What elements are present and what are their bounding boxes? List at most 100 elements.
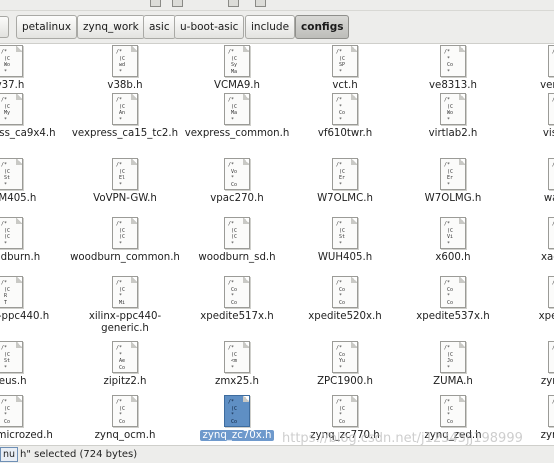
file-name: vct.h [332, 80, 358, 91]
file-name: zynq_zc770.h [310, 430, 380, 441]
text-file-icon: /* (C * Co [440, 395, 466, 427]
text-file-icon: /* (C Sy Ma [224, 45, 250, 77]
file-name: xilinx-ppc440-generic.h [88, 311, 162, 334]
text-file-icon: /* (C St * [332, 217, 358, 249]
text-file-icon: /* (C * Co [548, 395, 554, 427]
file-name: zeus.h [0, 376, 27, 387]
text-file-icon: /* (C * Co [0, 395, 23, 427]
text-file-icon: /* (C Er * [332, 158, 358, 190]
text-file-icon: /* (C Er * [440, 158, 466, 190]
file-name: xilinx-ppc440.h [0, 311, 50, 322]
text-file-icon: /* (C My * [0, 93, 23, 125]
status-text: h" selected (724 bytes) [20, 449, 138, 460]
file-name: vexpress_common.h [184, 128, 290, 139]
text-file-icon: /* (C * Co [548, 341, 554, 373]
file-name: xpedite520x.h [308, 311, 382, 322]
window-toolbar [0, 0, 554, 11]
text-file-icon: /* * Co * [440, 45, 466, 77]
file-name: ve8313.h [429, 80, 477, 91]
text-file-icon: /* Co * Co [548, 276, 554, 308]
file-name: xpedite517x.h [200, 311, 274, 322]
text-file-icon: /* (C Jo * [440, 341, 466, 373]
toolbar-icon[interactable] [150, 0, 161, 7]
file-name: zipitz2.h [103, 376, 147, 387]
text-file-icon: /* (C <m * [224, 341, 250, 373]
file-name: zynq_ocm.h [94, 430, 156, 441]
file-name: woodburn_common.h [70, 252, 180, 263]
breadcrumb-configs[interactable]: configs [295, 15, 350, 39]
text-file-icon: /* * Ae Co [112, 341, 138, 373]
toolbar-icon[interactable] [255, 0, 266, 7]
text-file-icon: /* (C El * [112, 158, 138, 190]
file-name: xpedite537x.h [416, 311, 490, 322]
file-name: ZUMA.h [433, 376, 473, 387]
text-file-icon: /* (C * Co [548, 217, 554, 249]
file-name: vexpress_ca15_tc2.h [71, 128, 179, 139]
breadcrumb-asic[interactable]: asic [143, 15, 176, 39]
text-file-icon: /* (C Vi * [440, 217, 466, 249]
breadcrumb-petalinux[interactable]: petalinux [16, 15, 78, 39]
text-file-icon: /* Vo * Co [224, 158, 250, 190]
text-file-icon: /* Co Yu * [332, 341, 358, 373]
text-file-icon: /* (C (C * [224, 217, 250, 249]
file-name: WUH405.h [317, 252, 373, 263]
file-name: vexpress_ca9x4.h [0, 128, 56, 139]
file-icon-grid: /* (C Wo * v37.h /* (C wd * v38b.h /* (C Sy … [0, 45, 554, 445]
file-name: vision2 [542, 128, 554, 139]
file-name: VoVPN-GW.h [93, 193, 157, 204]
status-bar: nu h" selected (724 bytes) [0, 445, 554, 463]
text-file-icon: /* (C SP * [332, 45, 358, 77]
file-name: woodburn.h [0, 252, 41, 263]
file-name: ZPC1900.h [317, 376, 373, 387]
text-file-icon: /* (C St * [0, 158, 23, 190]
text-file-icon: /* (C * Co [548, 93, 554, 125]
file-name: W7OLMG.h [424, 193, 482, 204]
file-name: VOM405.h [0, 193, 37, 204]
file-name: vf610twr.h [317, 128, 373, 139]
text-file-icon: /* (C * Mi [112, 276, 138, 308]
file-name: W7OLMC.h [317, 193, 373, 204]
text-file-icon: /* (C * Co [224, 395, 250, 427]
breadcrumb-include[interactable]: include [245, 15, 296, 39]
breadcrumb-zynq-work[interactable]: zynq_work [77, 15, 145, 39]
file-name: x600.h [435, 252, 471, 263]
file-name: zynq_cs [540, 376, 554, 387]
toolbar-icon[interactable] [228, 0, 239, 7]
path-back-arrow-icon[interactable] [0, 16, 9, 38]
toolbar-icon[interactable] [172, 0, 183, 7]
text-file-icon: /* (C (C * [0, 217, 23, 249]
text-file-icon: /* (C Wo * [440, 93, 466, 125]
file-name: v37.h [0, 80, 25, 91]
file-name: ventana [540, 80, 554, 91]
text-file-icon: /* (C R T [0, 276, 23, 308]
text-file-icon: /* (C (C * [112, 217, 138, 249]
text-file-icon: /* (C * Co [332, 395, 358, 427]
file-name: zmx25.h [215, 376, 259, 387]
file-name: xaeniax [540, 252, 554, 263]
file-name: v38b.h [107, 80, 143, 91]
text-file-icon: /* * Co * [332, 93, 358, 125]
status-menu-button[interactable]: nu [0, 447, 19, 462]
text-file-icon: /* (C * Co [112, 395, 138, 427]
file-name: VCMA9.h [213, 80, 261, 91]
file-name: woodburn_sd.h [198, 252, 276, 263]
file-name: zynq_zy [540, 430, 554, 441]
path-bar: petalinux zynq_work asic u-boot-asic inc… [0, 11, 554, 44]
file-name: zynq_zed.h [424, 430, 482, 441]
file-name: virtlab2.h [428, 128, 478, 139]
file-name: zynq_microzed.h [0, 430, 53, 441]
text-file-icon: /* Co * Co [332, 276, 358, 308]
text-file-icon: /* Co * Co [224, 276, 250, 308]
file-name: zynq_zc70x.h [200, 430, 274, 441]
text-file-icon: /* (C Ma * [224, 93, 250, 125]
breadcrumb-u-boot-asic[interactable]: u-boot-asic [174, 15, 245, 39]
file-name: vpac270.h [210, 193, 264, 204]
text-file-icon: /* (C Jo * [548, 158, 554, 190]
text-file-icon: /* Co * Co [440, 276, 466, 308]
text-file-icon: /* (C wd * [112, 45, 138, 77]
text-file-icon: /* (C Wo * [0, 45, 23, 77]
text-file-icon: /* * Co * [548, 45, 554, 77]
file-name: walnut [543, 193, 554, 204]
file-name: xpedite5 [538, 311, 554, 322]
text-file-icon: /* (C An * [112, 93, 138, 125]
